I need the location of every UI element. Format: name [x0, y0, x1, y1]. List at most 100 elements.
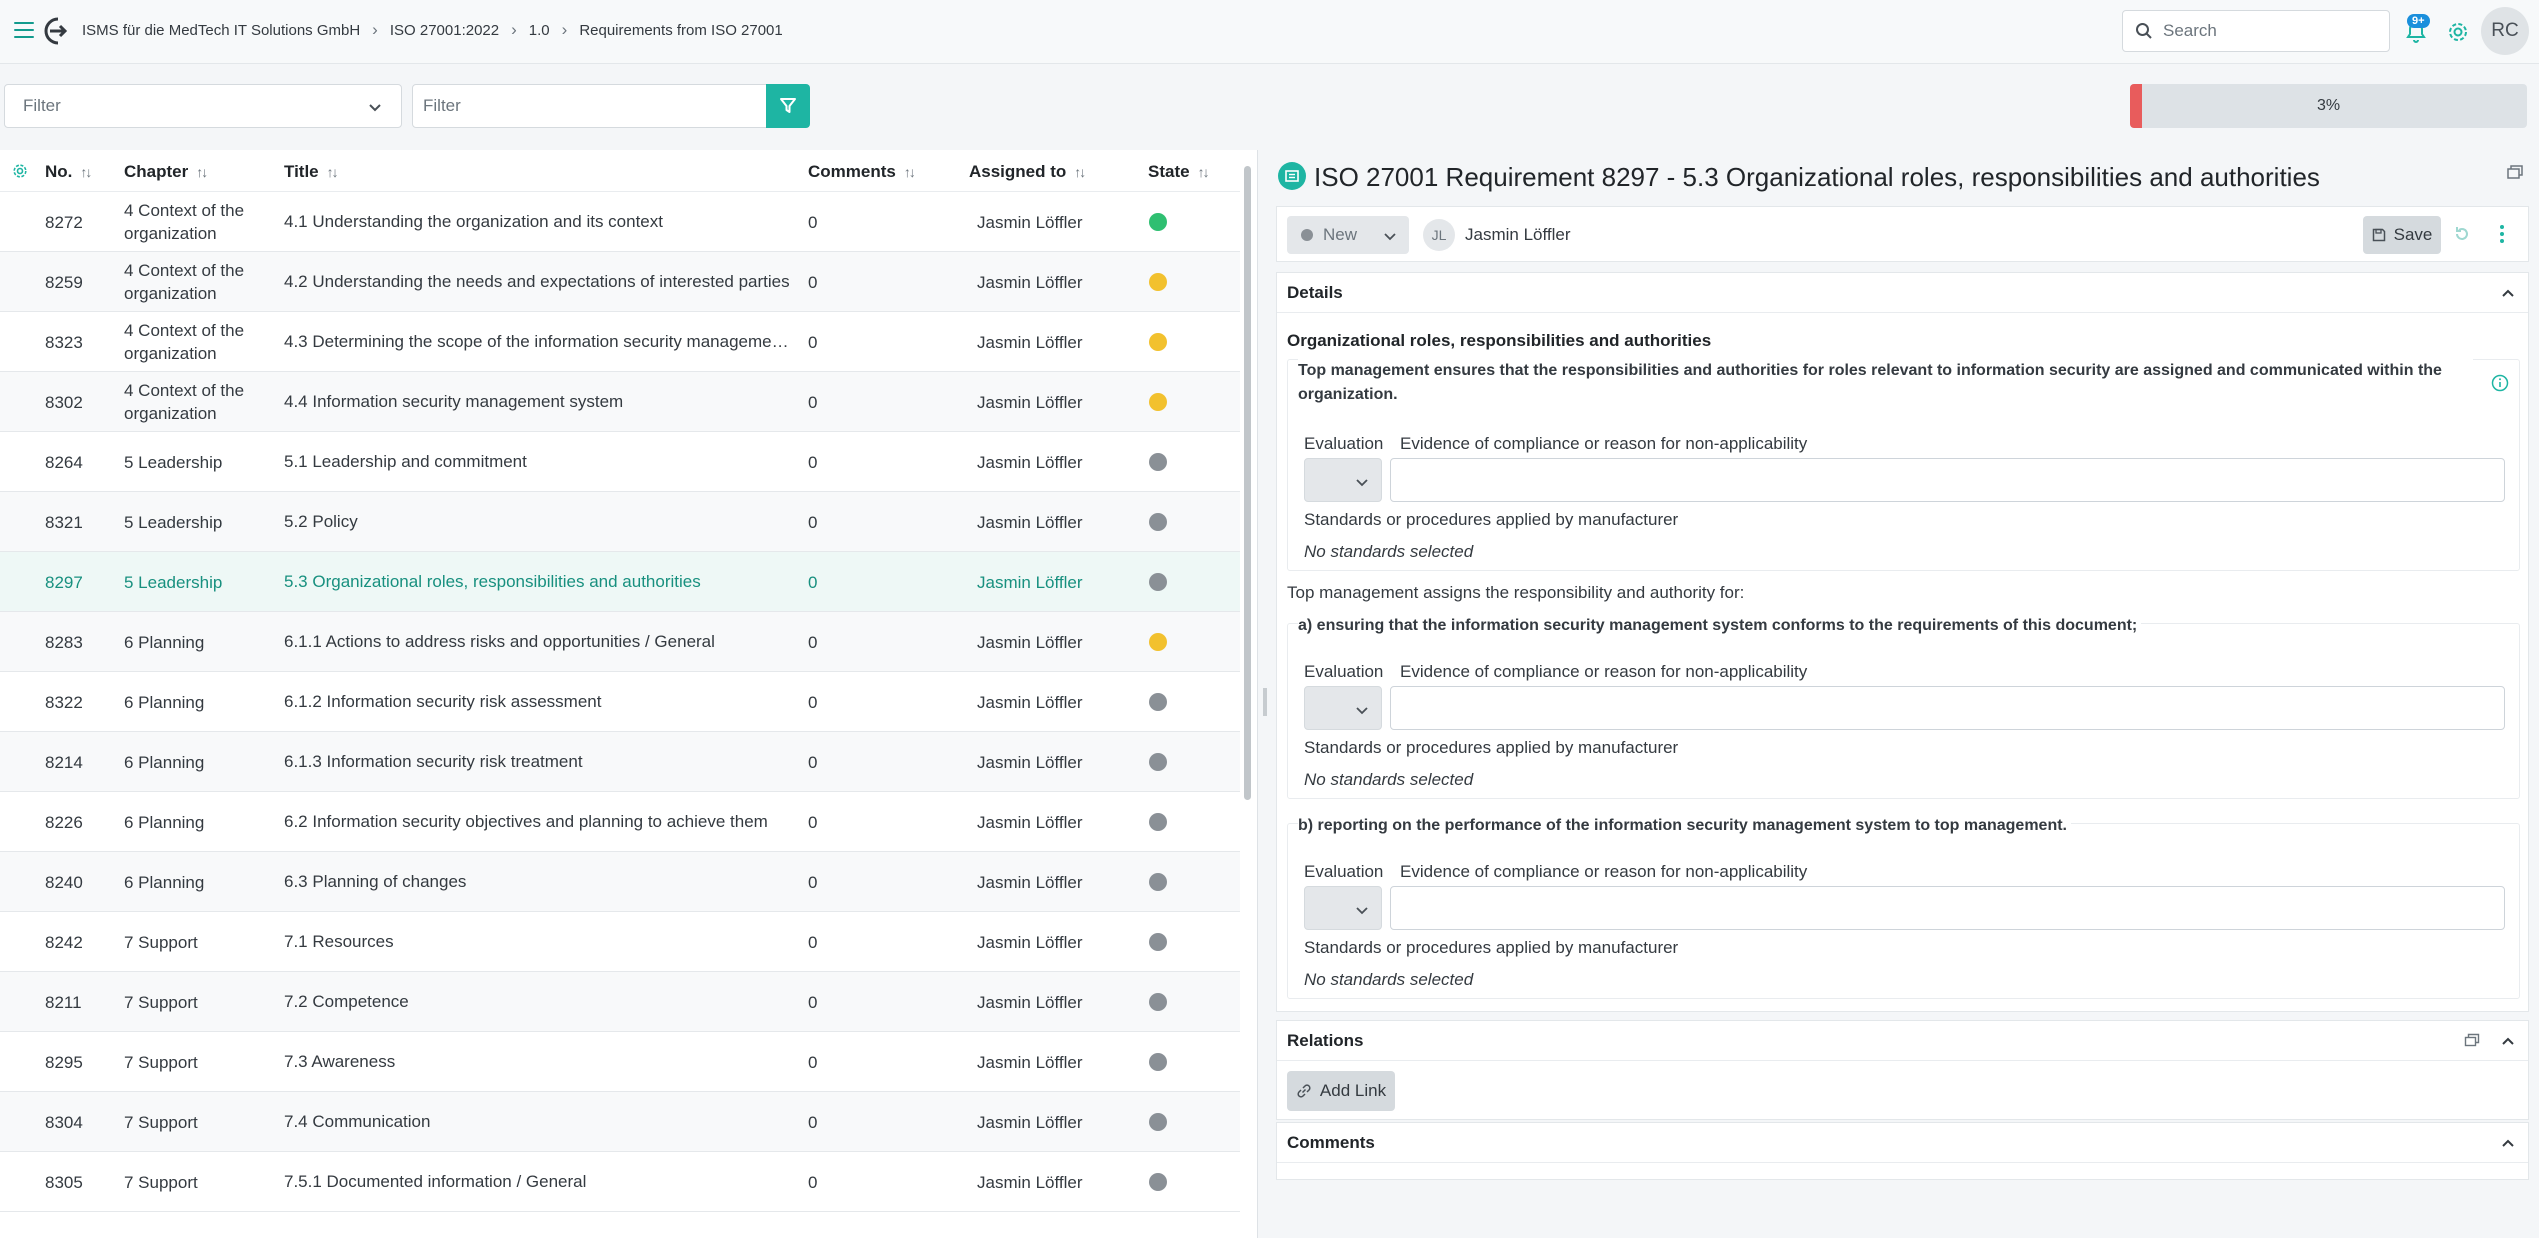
popout-icon[interactable] — [2506, 164, 2524, 182]
table-row[interactable]: 8304 7 Support 7.4 Communication 0 Jasmin Lö… — [0, 1092, 1240, 1152]
cell-chapter: 7 Support — [124, 1112, 198, 1132]
search-input[interactable] — [2163, 21, 2363, 41]
undo-icon[interactable] — [2453, 225, 2471, 243]
chevron-up-icon[interactable] — [2500, 1135, 2516, 1151]
cell-chapter: 5 Leadership — [124, 572, 223, 592]
filter-input[interactable] — [412, 84, 768, 128]
state-dot — [1149, 513, 1167, 531]
sort-icon: ↑↓ — [1197, 164, 1210, 180]
state-dot — [1149, 753, 1167, 771]
requirements-table: No. ↑↓ Chapter ↑↓ Title ↑↓ Comments ↑↓ Assig… — [0, 150, 1258, 1238]
table-row[interactable]: 8264 5 Leadership 5.1 Leadership and commi… — [0, 432, 1240, 492]
chevron-right-icon: › — [511, 20, 517, 39]
table-row[interactable]: 8283 6 Planning 6.1.1 Actions to address r… — [0, 612, 1240, 672]
state-select[interactable]: New — [1287, 216, 1409, 254]
table-row[interactable]: 8226 6 Planning 6.2 Information security o… — [0, 792, 1240, 852]
cell-assigned: Jasmin Löffler — [977, 872, 1083, 892]
assignee-avatar[interactable]: JL — [1423, 219, 1455, 251]
table-row[interactable]: 8211 7 Support 7.2 Competence 0 Jasmin Löffl… — [0, 972, 1240, 1032]
cell-assigned: Jasmin Löffler — [977, 572, 1083, 592]
chevron-up-icon[interactable] — [2500, 285, 2516, 301]
sort-icon: ↑↓ — [903, 164, 916, 180]
cell-title: 6.2 Information security objectives and … — [284, 812, 768, 831]
table-row[interactable]: 8305 7 Support 7.5.1 Documented informatio… — [0, 1152, 1240, 1212]
cell-no: 8321 — [45, 512, 83, 532]
chevron-up-icon[interactable] — [2500, 1033, 2516, 1049]
evidence-input[interactable] — [1390, 686, 2505, 730]
user-avatar[interactable]: RC — [2481, 7, 2529, 55]
column-header-no[interactable]: No. ↑↓ — [45, 162, 92, 182]
chevron-down-icon — [1356, 479, 1368, 487]
table-row[interactable]: 8295 7 Support 7.3 Awareness 0 Jasmin Löffle… — [0, 1032, 1240, 1092]
column-header-comments[interactable]: Comments ↑↓ — [808, 162, 916, 182]
table-row[interactable]: 8323 4 Context of the organization 4.3 Det… — [0, 312, 1240, 372]
save-button[interactable]: Save — [2363, 216, 2441, 254]
breadcrumb-item-version[interactable]: 1.0 — [529, 22, 550, 39]
settings-icon[interactable] — [12, 163, 28, 179]
evaluation-select[interactable] — [1304, 686, 1382, 730]
save-icon — [2372, 228, 2385, 242]
evidence-input[interactable] — [1390, 886, 2505, 930]
table-row[interactable]: 8321 5 Leadership 5.2 Policy 0 Jasmin Löffle… — [0, 492, 1240, 552]
column-header-state[interactable]: State ↑↓ — [1148, 162, 1210, 182]
table-row[interactable]: 8259 4 Context of the organization 4.2 Und… — [0, 252, 1240, 312]
panel-resize-handle[interactable] — [1263, 688, 1267, 716]
cell-state — [1149, 432, 1167, 492]
evaluation-select[interactable] — [1304, 886, 1382, 930]
chevron-right-icon: › — [372, 20, 378, 39]
breadcrumb-item-isms[interactable]: ISMS für die MedTech IT Solutions GmbH — [82, 22, 360, 39]
cell-assigned: Jasmin Löffler — [977, 332, 1083, 352]
cell-title: 4.3 Determining the scope of the informa… — [284, 332, 794, 351]
search-box[interactable] — [2122, 10, 2390, 52]
table-row[interactable]: 8272 4 Context of the organization 4.1 Und… — [0, 192, 1240, 252]
evaluation-label: Evaluation — [1304, 662, 1384, 681]
more-options-icon[interactable] — [2499, 223, 2505, 245]
apply-filter-button[interactable] — [766, 84, 810, 128]
table-row[interactable]: 8242 7 Support 7.1 Resources 0 Jasmin Löffle… — [0, 912, 1240, 972]
table-row[interactable]: 8302 4 Context of the organization 4.4 Inf… — [0, 372, 1240, 432]
add-link-button[interactable]: Add Link — [1287, 1071, 1395, 1111]
comments-header[interactable]: Comments — [1277, 1123, 2528, 1163]
cell-chapter: 7 Support — [124, 992, 198, 1012]
table-row[interactable]: 8322 6 Planning 6.1.2 Information security… — [0, 672, 1240, 732]
column-header-title[interactable]: Title ↑↓ — [284, 162, 339, 182]
table-row[interactable]: 8214 6 Planning 6.1.3 Information security… — [0, 732, 1240, 792]
cell-no: 8214 — [45, 752, 83, 772]
assignee-name[interactable]: Jasmin Löffler — [1465, 225, 1571, 245]
relations-header[interactable]: Relations — [1277, 1021, 2528, 1061]
cell-comments: 0 — [808, 572, 818, 592]
gear-icon[interactable] — [2446, 20, 2470, 44]
scrollbar-thumb[interactable] — [1244, 166, 1251, 800]
breadcrumb-item-requirements[interactable]: Requirements from ISO 27001 — [579, 22, 782, 39]
table-row[interactable]: 8240 6 Planning 6.3 Planning of changes 0 Ja… — [0, 852, 1240, 912]
cell-state — [1149, 492, 1167, 552]
cell-no: 8211 — [45, 992, 82, 1012]
table-scrollbar[interactable] — [1242, 158, 1252, 1234]
column-header-assigned[interactable]: Assigned to ↑↓ — [969, 162, 1086, 182]
evidence-input[interactable] — [1390, 458, 2505, 502]
link-icon — [1297, 1084, 1311, 1098]
column-header-chapter[interactable]: Chapter ↑↓ — [124, 162, 208, 182]
breadcrumb-item-standard[interactable]: ISO 27001:2022 — [390, 22, 499, 39]
cell-comments: 0 — [808, 812, 818, 832]
cell-chapter: 6 Planning — [124, 752, 205, 772]
chevron-down-icon — [1356, 907, 1368, 915]
filter-select[interactable]: Filter — [4, 84, 402, 128]
cell-chapter: 7 Support — [124, 1172, 198, 1192]
requirement-block-a: a) ensuring that the information securit… — [1287, 614, 2520, 799]
app-logo[interactable] — [44, 16, 72, 46]
cell-title: 7.1 Resources — [284, 932, 394, 951]
evaluation-select[interactable] — [1304, 458, 1382, 502]
cell-title: 6.3 Planning of changes — [284, 872, 467, 891]
cell-no: 8297 — [45, 572, 83, 592]
popout-icon[interactable] — [2464, 1033, 2480, 1049]
menu-icon[interactable] — [14, 22, 34, 40]
cell-state — [1149, 612, 1167, 672]
cell-no: 8323 — [45, 332, 83, 352]
cell-assigned: Jasmin Löffler — [977, 992, 1083, 1012]
comments-section: Comments — [1276, 1122, 2529, 1180]
cell-state — [1149, 852, 1167, 912]
table-row[interactable]: 8297 5 Leadership 5.3 Organizational roles… — [0, 552, 1240, 612]
details-header[interactable]: Details — [1277, 273, 2528, 313]
info-icon[interactable] — [2491, 374, 2509, 392]
